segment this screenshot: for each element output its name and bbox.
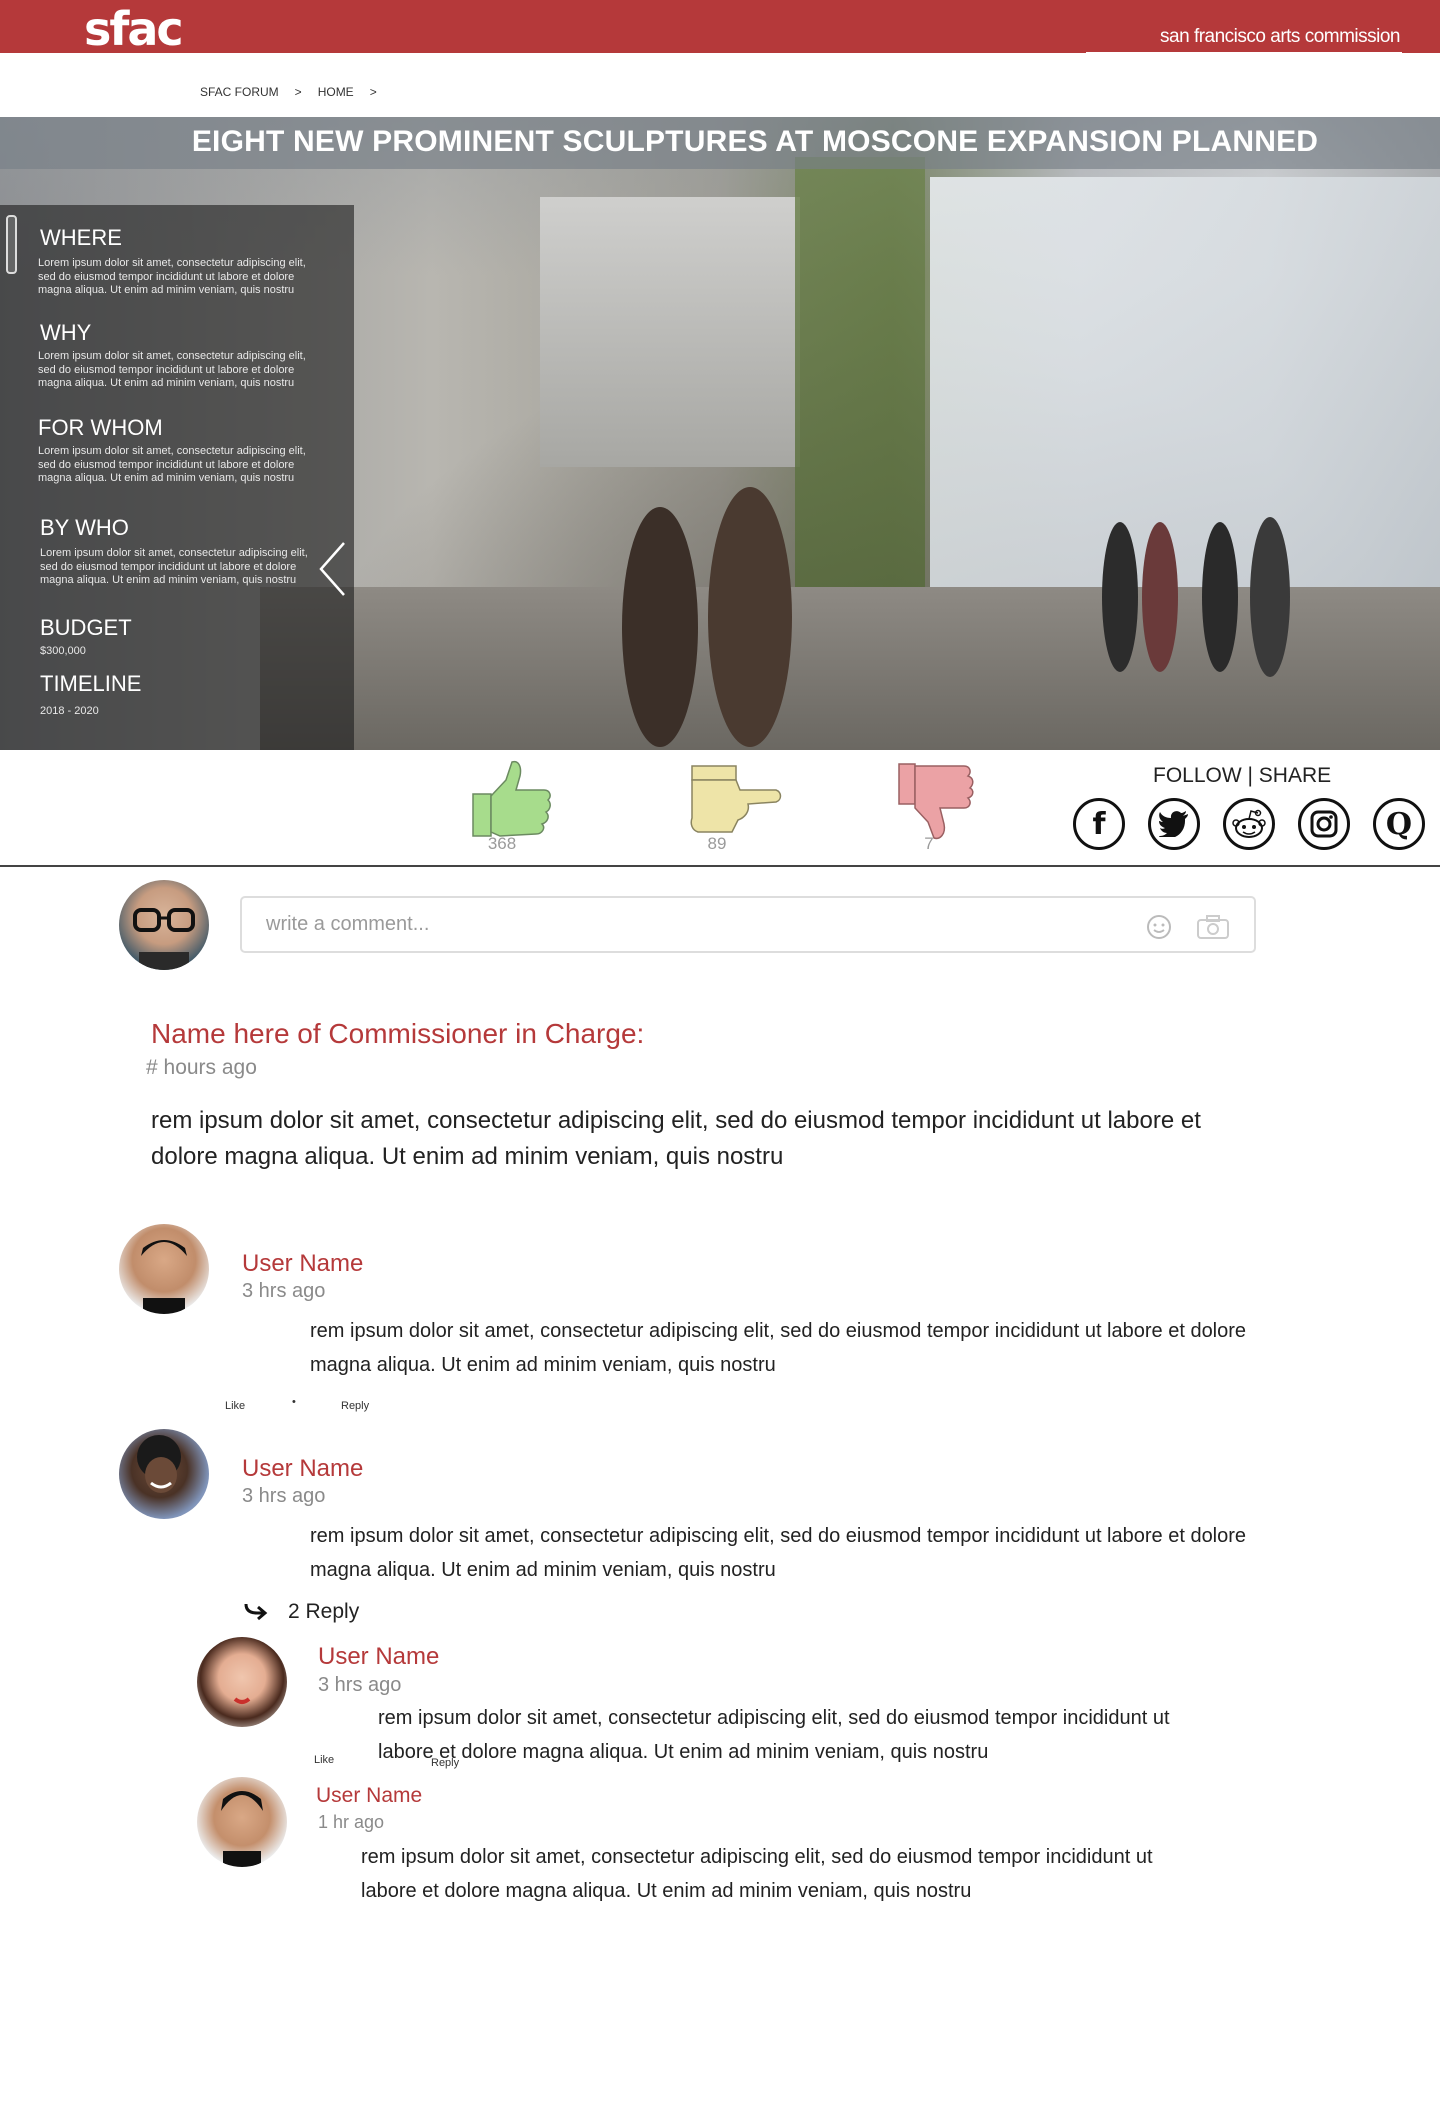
comment-input-box[interactable] [240, 896, 1256, 953]
camera-icon[interactable] [1196, 914, 1230, 940]
like-count: 368 [487, 834, 517, 853]
comment-timestamp: 3 hrs ago [242, 1485, 326, 1507]
comment-author[interactable]: User Name [242, 1250, 363, 1278]
comment-timestamp: 3 hrs ago [242, 1280, 326, 1302]
reply-count[interactable]: 2 Reply [288, 1600, 359, 1624]
dislike-count: 7 [924, 834, 934, 853]
commissioner-post-text: rem ipsum dolor sit amet, consectetur ad… [151, 1107, 1201, 1170]
reply-author[interactable]: User Name [318, 1643, 439, 1671]
project-info-panel: WHERE Lorem ipsum dolor sit amet, consec… [0, 205, 354, 750]
why-text: Lorem ipsum dolor sit amet, consectetur … [38, 350, 306, 389]
why-heading: WHY [40, 320, 92, 345]
reply-avatar[interactable] [197, 1637, 287, 1727]
emoji-icon[interactable] [1146, 914, 1172, 940]
comment-avatar[interactable] [119, 1429, 209, 1519]
reply-timestamp: 1 hr ago [318, 1812, 385, 1832]
comment-author[interactable]: User Name [242, 1455, 363, 1483]
breadcrumb: SFAC FORUM > HOME > [200, 85, 393, 99]
hero-image: EIGHT NEW PROMINENT SCULPTURES AT MOSCON… [0, 117, 1440, 750]
hero-building [540, 197, 800, 467]
neutral-count: 89 [707, 834, 727, 853]
hero-title: EIGHT NEW PROMINENT SCULPTURES AT MOSCON… [191, 125, 1319, 158]
reply-avatar[interactable] [197, 1777, 287, 1867]
tagline-rule [1086, 52, 1402, 54]
reply-timestamp: 3 hrs ago [318, 1674, 402, 1696]
breadcrumb-separator: > [369, 85, 377, 99]
sfac-logo[interactable]: sfac [84, 2, 184, 56]
commissioner-timestamp: # hours ago [146, 1056, 257, 1079]
thumbs-down-icon[interactable] [896, 762, 978, 842]
comment-text: rem ipsum dolor sit amet, consectetur ad… [310, 1320, 1247, 1376]
for-whom-text: Lorem ipsum dolor sit amet, consectetur … [38, 445, 306, 484]
hero-people-silhouettes [622, 487, 1290, 747]
reply-text: rem ipsum dolor sit amet, consectetur ad… [378, 1707, 1170, 1763]
budget-value: $300,000 [40, 645, 86, 657]
timeline-heading: TIMELINE [40, 671, 142, 696]
comment-text: rem ipsum dolor sit amet, consectetur ad… [310, 1525, 1247, 1581]
panel-scrollbar[interactable] [6, 215, 17, 274]
budget-heading: BUDGET [40, 615, 132, 640]
comment-input[interactable] [264, 912, 1148, 937]
header-tagline: san francisco arts commission [1160, 26, 1400, 47]
commissioner-name[interactable]: Name here of Commissioner in Charge: [151, 1018, 644, 1050]
reply-text: rem ipsum dolor sit amet, consectetur ad… [361, 1846, 1153, 1902]
breadcrumb-separator: > [294, 85, 302, 99]
separator-dot: • [292, 1396, 296, 1408]
like-link[interactable]: Like [225, 1400, 245, 1412]
reply-arrow-icon[interactable] [243, 1601, 269, 1621]
where-heading: WHERE [40, 225, 122, 250]
reply-author[interactable]: User Name [316, 1784, 422, 1808]
timeline-value: 2018 - 2020 [40, 705, 99, 717]
by-who-text: Lorem ipsum dolor sit amet, consectetur … [40, 547, 308, 586]
follow-share-label: FOLLOW | SHARE [1153, 764, 1332, 787]
reddit-icon[interactable] [1223, 798, 1275, 850]
thumb-sideways-icon[interactable] [688, 764, 784, 836]
twitter-icon[interactable] [1148, 798, 1200, 850]
facebook-icon[interactable]: f [1073, 798, 1125, 850]
by-who-heading: BY WHO [40, 515, 129, 540]
chevron-left-icon[interactable] [318, 541, 348, 597]
breadcrumb-home[interactable]: HOME [318, 85, 354, 99]
like-link[interactable]: Like [314, 1754, 334, 1766]
thumbs-up-icon[interactable] [470, 760, 552, 840]
quora-icon[interactable]: Q [1373, 798, 1425, 850]
reactions-divider [0, 865, 1440, 867]
comment-avatar[interactable] [119, 1224, 209, 1314]
breadcrumb-forum[interactable]: SFAC FORUM [200, 85, 279, 99]
for-whom-heading: FOR WHOM [38, 415, 163, 440]
reply-link[interactable]: Reply [341, 1400, 369, 1412]
current-user-avatar[interactable] [119, 880, 209, 970]
instagram-icon[interactable] [1298, 798, 1350, 850]
reply-link[interactable]: Reply [431, 1757, 459, 1769]
where-text: Lorem ipsum dolor sit amet, consectetur … [38, 257, 306, 296]
